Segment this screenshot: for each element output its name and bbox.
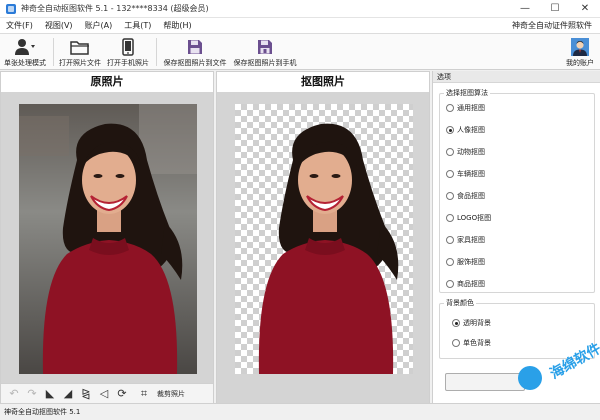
save-to-file-button[interactable]: 保存抠图照片到文件 (160, 34, 230, 70)
rotate-right-icon[interactable]: ◢ (59, 386, 77, 402)
open-file-button[interactable]: 打开照片文件 (57, 34, 103, 70)
single-mode-button[interactable]: 单张处理模式 (0, 34, 50, 70)
floppy-icon (187, 37, 203, 56)
radio-icon[interactable] (446, 192, 454, 200)
result-photo-title: 抠图照片 (301, 75, 345, 88)
original-photo-canvas (1, 92, 213, 383)
crop-icon[interactable]: ⌗ (135, 386, 153, 402)
algo-option-product[interactable]: 商品抠图 (446, 279, 485, 289)
menu-view[interactable]: 视图(V) (39, 20, 79, 31)
phone-icon (122, 37, 134, 56)
radio-icon[interactable] (446, 148, 454, 156)
radio-selected-icon[interactable] (446, 126, 454, 134)
algo-option-furniture[interactable]: 家具抠图 (446, 235, 485, 245)
original-photo (19, 104, 197, 374)
menu-account[interactable]: 账户(A) (79, 20, 119, 31)
radio-icon[interactable] (446, 104, 454, 112)
id-photo-software-link[interactable]: 神奇全自动证件照软件 (512, 18, 592, 34)
flip-horizontal-icon[interactable]: ⧎ (77, 386, 95, 402)
redo-icon[interactable]: ↷ (23, 386, 41, 402)
algorithm-group: 选择抠图算法 通用抠图 人像抠图 动物抠图 车辆抠图 食品抠图 LOGO抠图 家… (439, 88, 595, 293)
result-photo-panel: 抠图照片 (216, 71, 430, 403)
title-bar: 神奇全自动抠图软件 5.1 - 132****8334 (超级会员) — ☐ ✕ (0, 0, 600, 18)
bg-option-solid[interactable]: 单色背景 (452, 338, 491, 348)
options-panel: 选项 选择抠图算法 通用抠图 人像抠图 动物抠图 车辆抠图 食品抠图 LOGO抠… (432, 71, 600, 403)
my-account-button[interactable]: 我的账户 (562, 34, 598, 70)
minimize-button[interactable]: — (510, 0, 540, 18)
close-button[interactable]: ✕ (570, 0, 600, 18)
algo-option-animal[interactable]: 动物抠图 (446, 147, 485, 157)
toolbar-separator (53, 38, 54, 66)
undo-icon[interactable]: ↶ (5, 386, 23, 402)
floppy-phone-icon (257, 37, 273, 56)
refresh-icon[interactable]: ⟳ (113, 386, 131, 402)
radio-selected-icon[interactable] (452, 319, 460, 327)
algo-label: 人像抠图 (457, 126, 485, 134)
bg-label: 透明背景 (463, 319, 491, 327)
algo-option-general[interactable]: 通用抠图 (446, 103, 485, 113)
original-photo-panel: 原照片 ↶ ↷ ◣ ◢ ⧎ ◁ ⟳ ⌗ 裁剪照片 (0, 71, 214, 403)
result-photo-canvas (217, 92, 429, 403)
save-to-phone-button[interactable]: 保存抠图照片到手机 (230, 34, 300, 70)
status-bar: 神奇全自动抠图软件 5.1 (0, 403, 600, 420)
algo-option-portrait[interactable]: 人像抠图 (446, 125, 485, 135)
maximize-button[interactable]: ☐ (540, 0, 570, 18)
algorithm-group-title: 选择抠图算法 (444, 88, 490, 98)
radio-icon[interactable] (446, 258, 454, 266)
algo-option-food[interactable]: 食品抠图 (446, 191, 485, 201)
bg-option-transparent[interactable]: 透明背景 (452, 318, 491, 328)
cutout-photo (235, 104, 413, 374)
menu-help[interactable]: 帮助(H) (157, 20, 197, 31)
radio-icon[interactable] (452, 339, 460, 347)
algo-label: 食品抠图 (457, 192, 485, 200)
my-account-label: 我的账户 (566, 59, 594, 67)
account-avatar-icon (571, 37, 589, 56)
toolbar: 单张处理模式 打开照片文件 打开手机照片 保存抠图照片到文件 保存抠图照片到手机… (0, 34, 600, 70)
algo-option-clothing[interactable]: 服饰抠图 (446, 257, 485, 267)
toolbar-separator (156, 38, 157, 66)
algo-label: 通用抠图 (457, 104, 485, 112)
user-mode-icon (14, 37, 36, 56)
algo-label: 商品抠图 (457, 280, 485, 288)
rotate-left-icon[interactable]: ◣ (41, 386, 59, 402)
save-to-phone-label: 保存抠图照片到手机 (233, 59, 297, 67)
menu-file[interactable]: 文件(F) (0, 20, 39, 31)
options-header: 选项 (433, 71, 600, 83)
flip-vertical-icon[interactable]: ◁ (95, 386, 113, 402)
radio-icon[interactable] (446, 236, 454, 244)
radio-icon[interactable] (446, 280, 454, 288)
algo-label: 服饰抠图 (457, 258, 485, 266)
algo-label: 车辆抠图 (457, 170, 485, 178)
photo-edit-toolbar: ↶ ↷ ◣ ◢ ⧎ ◁ ⟳ ⌗ 裁剪照片 (1, 383, 213, 403)
folder-icon (70, 37, 90, 56)
window-controls: — ☐ ✕ (510, 0, 600, 18)
menu-tools[interactable]: 工具(T) (118, 20, 157, 31)
save-to-file-label: 保存抠图照片到文件 (163, 59, 227, 67)
open-phone-label: 打开手机照片 (107, 59, 149, 67)
menu-bar: 文件(F) 视图(V) 账户(A) 工具(T) 帮助(H) 神奇全自动证件照软件 (0, 18, 600, 34)
app-icon (6, 3, 16, 14)
algo-label: LOGO抠图 (457, 214, 492, 222)
open-file-label: 打开照片文件 (59, 59, 101, 67)
algo-label: 动物抠图 (457, 148, 485, 156)
window-title: 神奇全自动抠图软件 5.1 - 132****8334 (超级会员) (21, 4, 209, 13)
algo-option-logo[interactable]: LOGO抠图 (446, 213, 491, 223)
crop-photo-button[interactable]: 裁剪照片 (157, 389, 185, 399)
background-group: 背景颜色 透明背景 单色背景 (439, 298, 595, 359)
algo-label: 家具抠图 (457, 236, 485, 244)
open-phone-button[interactable]: 打开手机照片 (103, 34, 153, 70)
single-mode-label: 单张处理模式 (4, 59, 46, 67)
start-cutout-button[interactable] (445, 373, 525, 391)
radio-icon[interactable] (446, 170, 454, 178)
algo-option-vehicle[interactable]: 车辆抠图 (446, 169, 485, 179)
original-photo-title: 原照片 (90, 75, 124, 88)
radio-icon[interactable] (446, 214, 454, 222)
bg-label: 单色背景 (463, 339, 491, 347)
background-group-title: 背景颜色 (444, 298, 476, 308)
